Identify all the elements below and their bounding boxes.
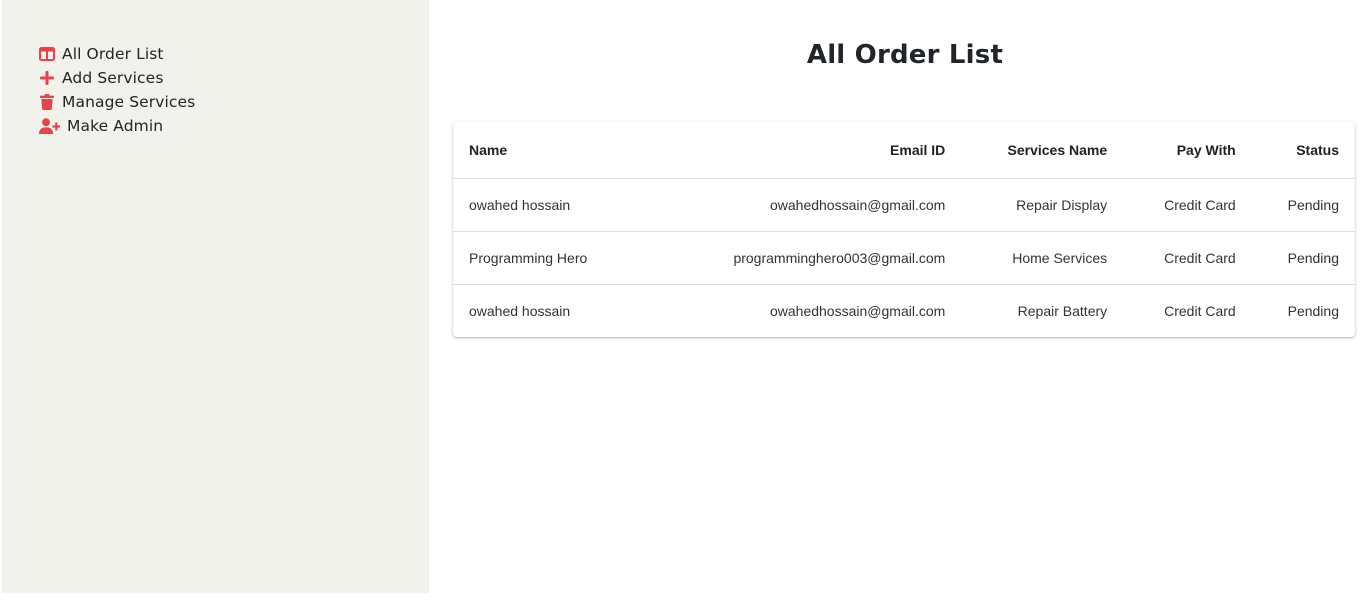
sidebar-item-label: Add Services xyxy=(62,69,164,87)
table-header: Name Email ID Services Name Pay With Sta… xyxy=(453,122,1355,179)
cell-name: owahed hossain xyxy=(453,178,640,232)
sidebar-item-label: Manage Services xyxy=(62,93,196,111)
cell-status: Pending xyxy=(1251,178,1355,232)
sidebar-item-make-admin[interactable]: Make Admin xyxy=(38,114,195,138)
table-row: owahed hossain owahedhossain@gmail.com R… xyxy=(453,285,1355,338)
sidebar-item-manage-services[interactable]: Manage Services xyxy=(38,90,195,114)
main-content: All Order List Name Email ID Services Na… xyxy=(429,0,1364,611)
cell-pay: Credit Card xyxy=(1123,231,1252,285)
column-header-name: Name xyxy=(453,122,640,179)
table-body: owahed hossain owahedhossain@gmail.com R… xyxy=(453,178,1355,338)
cell-name: Programming Hero xyxy=(453,231,640,285)
column-header-email: Email ID xyxy=(639,122,962,179)
cell-pay: Credit Card xyxy=(1123,178,1252,232)
sidebar-item-label: All Order List xyxy=(62,45,164,63)
cell-email: owahedhossain@gmail.com xyxy=(639,178,962,232)
cell-email: programminghero003@gmail.com xyxy=(639,231,962,285)
sidebar: All Order List Add Services Manage Servi… xyxy=(2,0,429,593)
sidebar-item-add-services[interactable]: Add Services xyxy=(38,66,195,90)
cell-pay: Credit Card xyxy=(1164,303,1236,319)
user-plus-icon xyxy=(38,117,60,135)
cell-service: Repair Battery xyxy=(1017,303,1108,319)
table-columns-icon xyxy=(38,45,56,63)
column-header-pay: Pay With xyxy=(1123,122,1252,179)
sidebar-item-label: Make Admin xyxy=(67,117,164,135)
cell-service: Home Services xyxy=(961,231,1124,285)
cell-email: owahedhossain@gmail.com xyxy=(769,303,946,319)
table-header-row: Name Email ID Services Name Pay With Sta… xyxy=(453,122,1355,179)
plus-icon xyxy=(38,69,56,87)
sidebar-item-all-order-list[interactable]: All Order List xyxy=(38,42,195,66)
order-table-card: Name Email ID Services Name Pay With Sta… xyxy=(453,122,1355,337)
column-header-status: Status xyxy=(1251,122,1355,179)
cell-name: owahed hossain xyxy=(469,303,571,319)
table-row: owahed hossain owahedhossain@gmail.com R… xyxy=(453,178,1355,232)
page: All Order List Add Services Manage Servi… xyxy=(0,0,1364,611)
cell-status: Pending xyxy=(1287,303,1339,319)
table-row: Programming Hero programminghero003@gmai… xyxy=(453,231,1355,285)
sidebar-nav: All Order List Add Services Manage Servi… xyxy=(38,42,195,138)
trash-icon xyxy=(38,93,56,111)
cell-service: Repair Display xyxy=(961,178,1124,232)
column-header-service: Services Name xyxy=(961,122,1124,179)
page-title: All Order List xyxy=(806,40,1004,70)
cell-status: Pending xyxy=(1251,231,1355,285)
order-table: Name Email ID Services Name Pay With Sta… xyxy=(453,122,1355,337)
